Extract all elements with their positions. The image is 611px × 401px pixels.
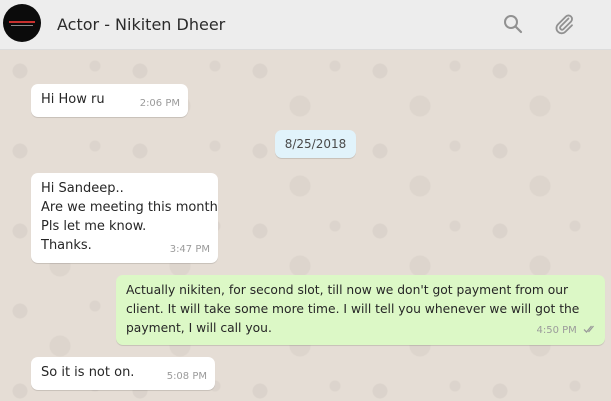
message-time: 5:08 PM — [166, 371, 207, 382]
message-text: client. It will take some more time. I w… — [126, 302, 580, 316]
contact-name[interactable]: Actor - Nikiten Dheer — [57, 15, 225, 34]
message-text: Actually nikiten, for second slot, till … — [126, 283, 569, 297]
message-bubble-incoming[interactable]: Hi How ru 2:06 PM — [31, 84, 188, 117]
date-separator: 8/25/2018 — [275, 130, 356, 158]
message-bubble-incoming[interactable]: So it is not on. 5:08 PM — [31, 357, 215, 390]
contact-avatar[interactable] — [3, 4, 41, 42]
message-text: payment, I will call you. — [126, 321, 272, 335]
message-time: 3:47 PM — [169, 244, 210, 255]
avatar-stripe — [9, 21, 35, 23]
message-text: Pls let me know. — [41, 219, 147, 234]
message-bubble-outgoing[interactable]: Actually nikiten, for second slot, till … — [116, 275, 605, 345]
message-time-wrap: 4:50 PM — [537, 321, 597, 341]
message-text: Hi Sandeep.. — [41, 181, 124, 196]
message-time: 4:50 PM — [536, 325, 577, 336]
message-text: Are we meeting this month — [41, 200, 218, 215]
search-icon[interactable] — [501, 12, 525, 36]
message-time: 2:06 PM — [139, 98, 180, 109]
message-bubble-incoming[interactable]: Hi Sandeep.. Are we meeting this month P… — [31, 173, 218, 263]
chat-panel[interactable]: Hi How ru 2:06 PM 8/25/2018 Hi Sandeep..… — [0, 51, 611, 401]
double-check-icon — [583, 322, 597, 341]
chat-header: Actor - Nikiten Dheer — [0, 0, 611, 50]
avatar-stripe — [11, 25, 33, 26]
paperclip-icon[interactable] — [552, 12, 576, 36]
